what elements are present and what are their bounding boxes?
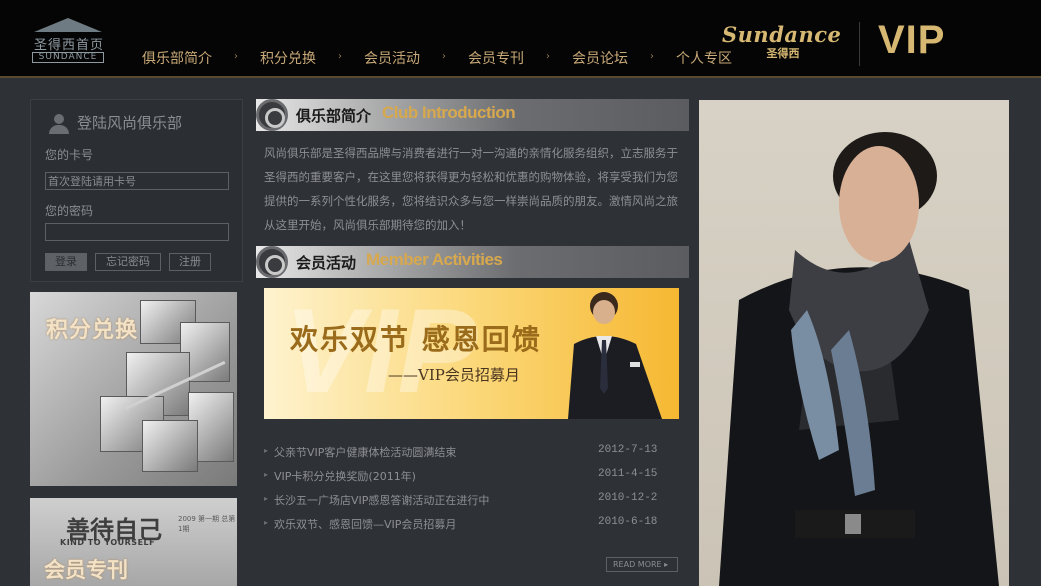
nav-points-exchange[interactable]: 积分兑换 [246, 48, 330, 70]
login-panel: 登陆风尚俱乐部 您的卡号 您的密码 登录 忘记密码 注册 [30, 99, 243, 282]
member-activities-title-en: Member Activities [366, 250, 503, 269]
password-input[interactable] [45, 223, 229, 241]
gift-box-image [142, 420, 198, 472]
news-title[interactable]: 长沙五一广场店VIP感恩答谢活动正在进行中 [274, 492, 489, 508]
activity-banner-headline: 欢乐双节 感恩回馈 [290, 323, 542, 356]
card-number-input[interactable] [45, 172, 229, 190]
news-title[interactable]: 欢乐双节、感恩回馈—VIP会员招募月 [274, 516, 456, 532]
news-date: 2012-7-13 [598, 444, 658, 456]
club-intro-title-cn: 俱乐部简介 [296, 107, 372, 125]
card-label: 您的卡号 [45, 148, 94, 162]
circle-icon [256, 246, 288, 278]
magazine-tagline: KIND TO YOURSELF [60, 538, 156, 547]
nav-separator: › [546, 51, 550, 62]
magazine-issue: 2009 第一期 总第1期 [178, 515, 236, 533]
member-activities-title-cn: 会员活动 [296, 254, 357, 272]
forgot-password-button[interactable]: 忘记密码 [95, 253, 161, 271]
arrow-bullet-icon: ▸ [264, 518, 269, 527]
model-in-suit-image [568, 292, 662, 419]
user-icon [49, 113, 69, 134]
home-logo[interactable]: 圣得西首页 SUNDANCE [30, 18, 106, 64]
activity-banner-subline: ——VIP会员招募月 [388, 366, 520, 384]
club-intro-title-en: Club Introduction [382, 103, 516, 122]
login-button[interactable]: 登录 [45, 253, 87, 271]
news-item[interactable]: ▸ VIP卡积分兑换奖励(2011年) 2011-4-15 [264, 465, 660, 489]
roof-icon [34, 18, 102, 32]
news-list: ▸ 父亲节VIP客户健康体检活动圆满结束 2012-7-13 ▸ VIP卡积分兑… [264, 441, 660, 537]
news-date: 2010-12-2 [598, 492, 658, 504]
vip-logo: VIP [878, 18, 946, 62]
news-item[interactable]: ▸ 长沙五一广场店VIP感恩答谢活动正在进行中 2010-12-2 [264, 489, 660, 513]
news-date: 2011-4-15 [598, 468, 658, 480]
magazine-banner-title: 会员专刊 [44, 557, 128, 582]
read-more-button[interactable]: READ MORE ▸ [606, 557, 678, 572]
brand-sub: 圣得西 [766, 47, 800, 60]
model-photo [699, 100, 1009, 586]
login-title-text: 登陆风尚俱乐部 [77, 114, 183, 132]
nav-separator: › [650, 51, 654, 62]
club-intro-header: 俱乐部简介 Club Introduction [256, 99, 689, 131]
nav-separator: › [338, 51, 342, 62]
circle-icon [256, 99, 288, 131]
points-exchange-banner[interactable]: 积分兑换 [30, 292, 237, 486]
activity-banner[interactable]: VIP 欢乐双节 感恩回馈 ——VIP会员招募月 [264, 288, 679, 419]
news-item[interactable]: ▸ 欢乐双节、感恩回馈—VIP会员招募月 2010-6-18 [264, 513, 660, 537]
news-date: 2010-6-18 [598, 516, 658, 528]
nav-club-intro[interactable]: 俱乐部简介 [128, 48, 226, 70]
club-intro-text: 风尚俱乐部是圣得西品牌与消费者进行一对一沟通的亲情化服务组织，立志服务于圣得西的… [264, 146, 678, 232]
header: 圣得西首页 SUNDANCE 俱乐部简介 › 积分兑换 › 会员活动 › 会员专… [0, 0, 1041, 78]
points-banner-title: 积分兑换 [46, 317, 139, 343]
sundance-brand-logo: Sundance 圣得西 [722, 22, 844, 66]
member-activities-header: 会员活动 Member Activities [256, 246, 689, 278]
brand-divider [859, 22, 860, 66]
news-item[interactable]: ▸ 父亲节VIP客户健康体检活动圆满结束 2012-7-13 [264, 441, 660, 465]
news-title[interactable]: 父亲节VIP客户健康体检活动圆满结束 [274, 444, 456, 460]
nav-separator: › [442, 51, 446, 62]
member-magazine-banner[interactable]: 善待自己 2009 第一期 总第1期 KIND TO YOURSELF 会员专刊 [30, 498, 237, 586]
arrow-bullet-icon: ▸ [264, 494, 269, 503]
nav-member-magazine[interactable]: 会员专刊 [454, 48, 538, 70]
register-button[interactable]: 注册 [169, 253, 211, 271]
nav-member-activities[interactable]: 会员活动 [350, 48, 434, 70]
arrow-bullet-icon: ▸ [264, 446, 269, 455]
nav-member-forum[interactable]: 会员论坛 [558, 48, 642, 70]
man-in-coat-with-scarf-image [719, 132, 999, 586]
main-nav: 俱乐部简介 › 积分兑换 › 会员活动 › 会员专刊 › 会员论坛 › 个人专区 [128, 48, 746, 70]
login-title: 登陆风尚俱乐部 [49, 112, 182, 134]
logo-en: SUNDANCE [32, 52, 104, 63]
news-title[interactable]: VIP卡积分兑换奖励(2011年) [274, 468, 416, 484]
nav-separator: › [234, 51, 238, 62]
arrow-bullet-icon: ▸ [264, 470, 269, 479]
brand-script: Sundance [722, 22, 842, 47]
password-label: 您的密码 [45, 204, 94, 218]
logo-cn: 圣得西首页 [33, 38, 104, 53]
